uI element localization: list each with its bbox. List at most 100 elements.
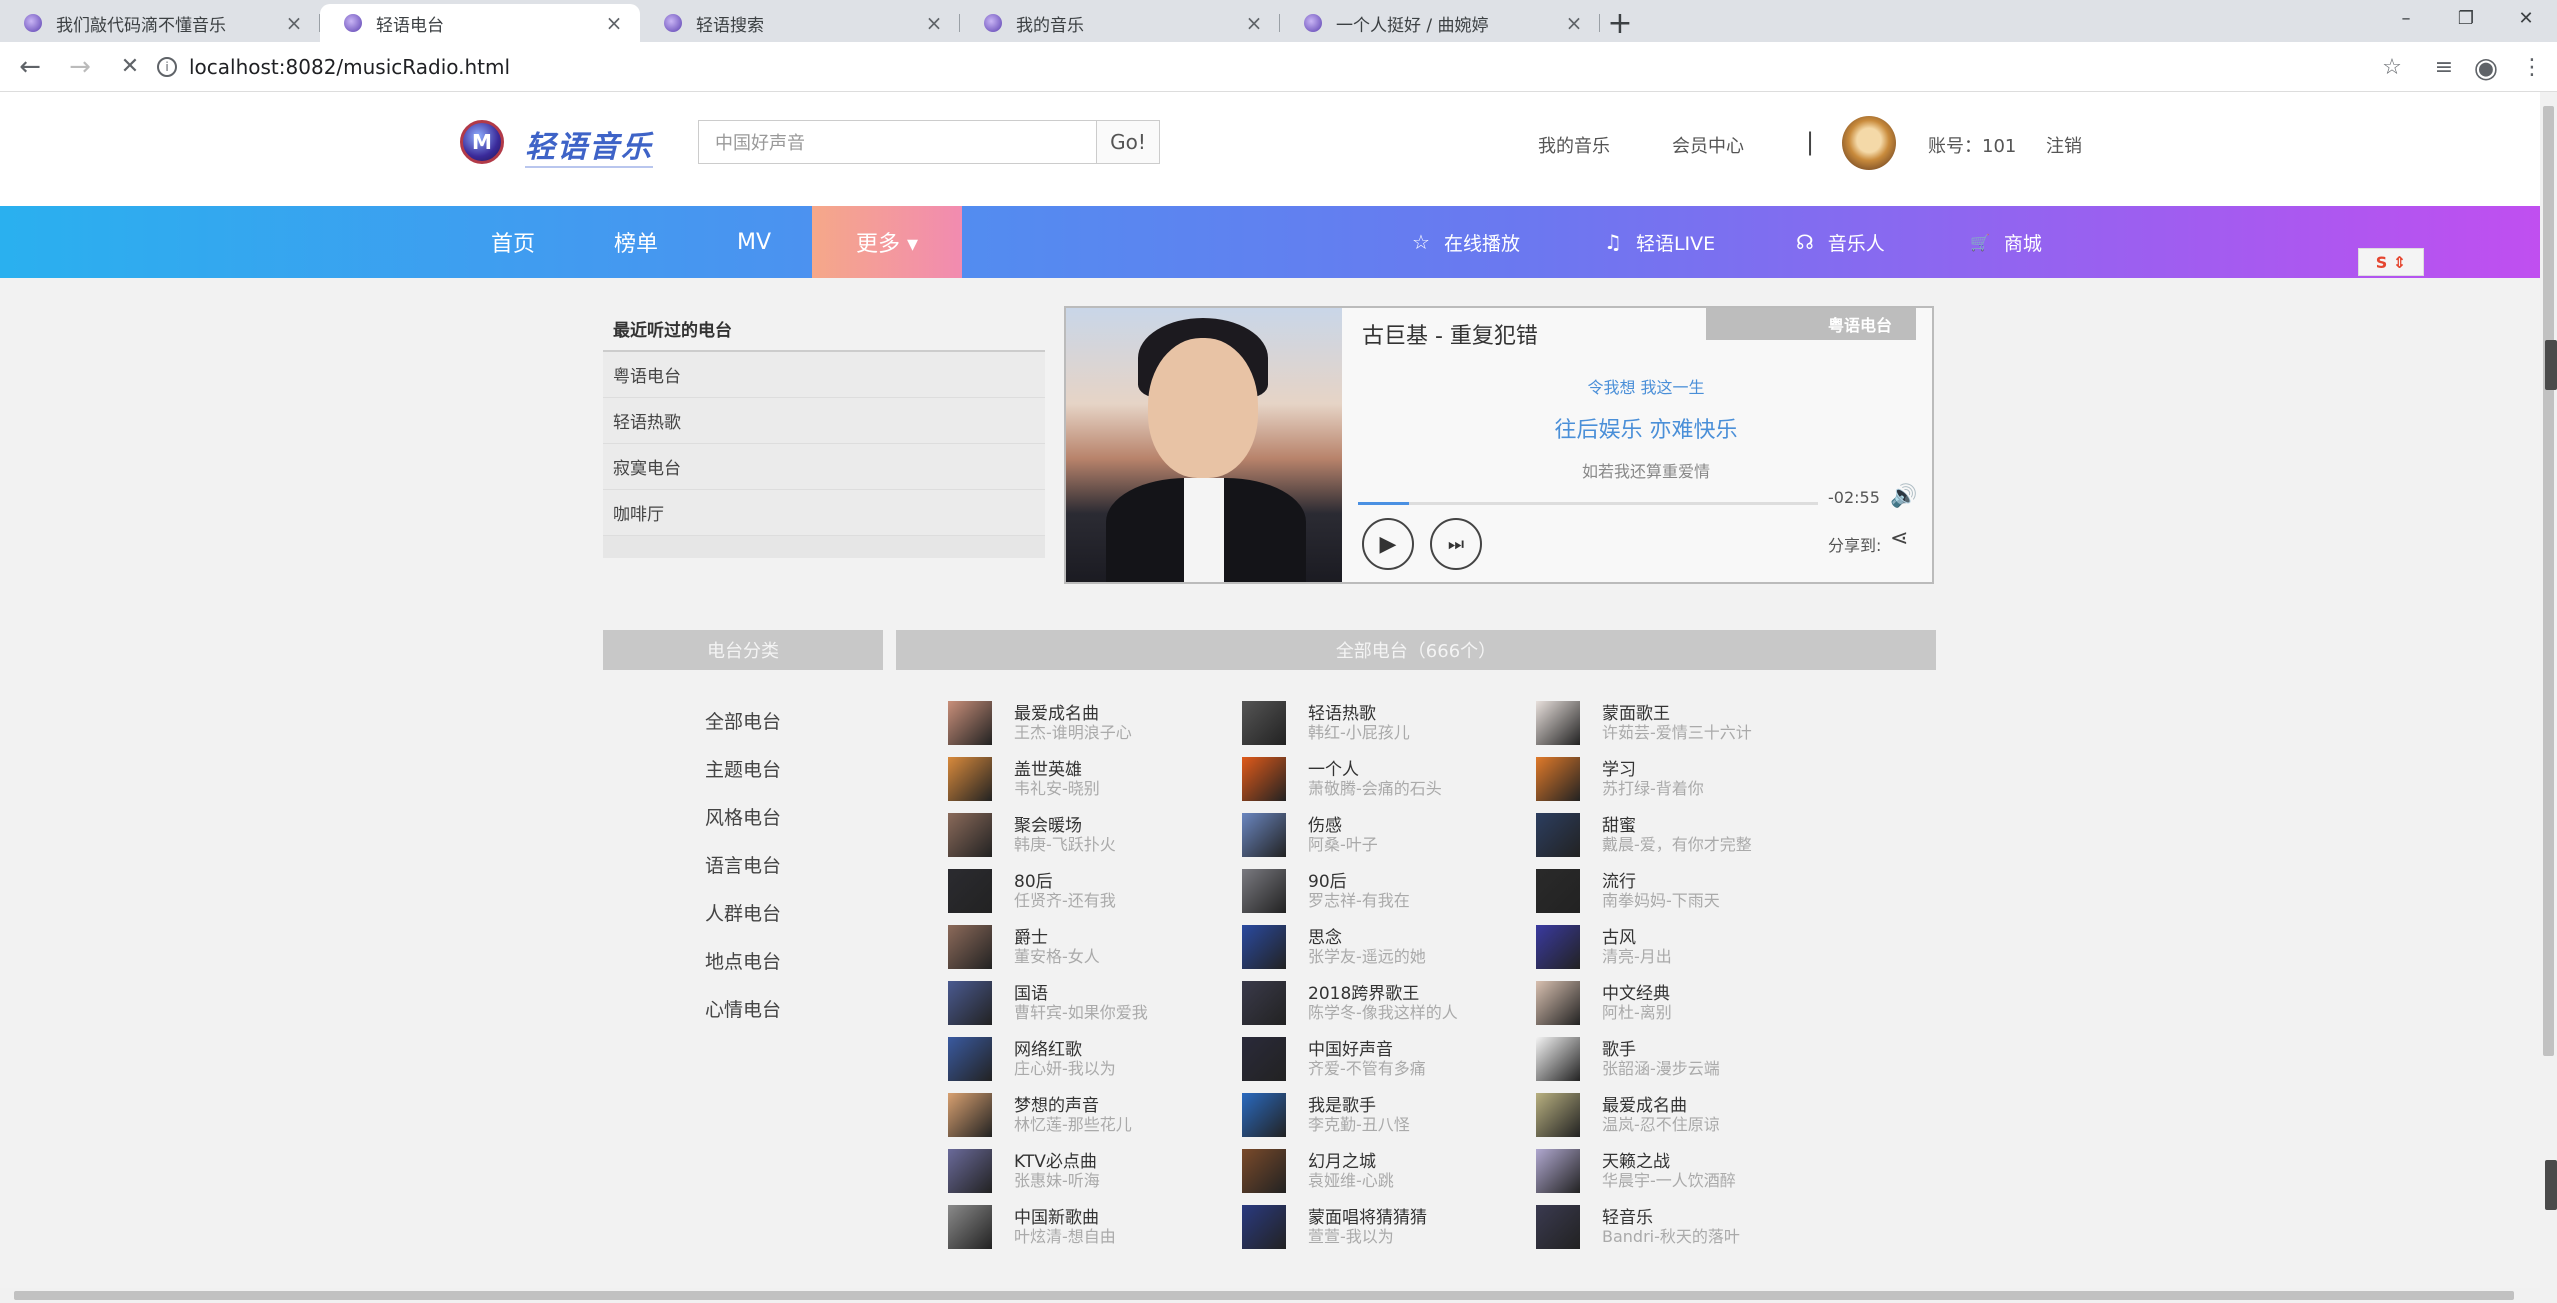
recent-station-item[interactable]: 轻语热歌	[603, 398, 1045, 444]
station-name[interactable]: 学习	[1602, 760, 1704, 780]
station-thumbnail[interactable]	[1536, 757, 1580, 801]
station-name[interactable]: 思念	[1308, 928, 1426, 948]
nav-mv[interactable]: MV	[737, 206, 771, 278]
tab-close-icon[interactable]: ×	[282, 11, 306, 35]
station-item[interactable]: 轻音乐 Bandri-秋天的落叶	[1536, 1199, 1830, 1255]
station-item[interactable]: 最爱成名曲 王杰-谁明浪子心	[948, 695, 1242, 751]
station-item[interactable]: 歌手 张韶涵-漫步云端	[1536, 1031, 1830, 1087]
station-item[interactable]: 我是歌手 李克勤-丑八怪	[1242, 1087, 1536, 1143]
browser-tab[interactable]: 我们敲代码滴不懂音乐 ×	[0, 4, 320, 42]
station-thumbnail[interactable]	[948, 981, 992, 1025]
site-info-icon[interactable]: i	[157, 57, 177, 77]
tab-close-icon[interactable]: ×	[922, 11, 946, 35]
station-name[interactable]: 甜蜜	[1602, 816, 1752, 836]
browser-tab[interactable]: 我的音乐 ×	[960, 4, 1280, 42]
station-thumbnail[interactable]	[948, 925, 992, 969]
progress-bar[interactable]	[1358, 502, 1818, 505]
browser-menu-icon[interactable]: ⋮	[2514, 50, 2550, 84]
station-thumbnail[interactable]	[1242, 981, 1286, 1025]
station-item[interactable]: 聚会暖场 韩庚-飞跃扑火	[948, 807, 1242, 863]
profile-icon[interactable]: ◉	[2468, 50, 2504, 84]
station-thumbnail[interactable]	[1242, 925, 1286, 969]
station-item[interactable]: 学习 苏打绿-背着你	[1536, 751, 1830, 807]
nav-musicians[interactable]: ☊ 音乐人	[1796, 206, 1885, 278]
station-name[interactable]: 蒙面歌王	[1602, 704, 1752, 724]
station-thumbnail[interactable]	[1242, 869, 1286, 913]
station-item[interactable]: 古风 清亮-月出	[1536, 919, 1830, 975]
station-thumbnail[interactable]	[1536, 925, 1580, 969]
nav-home[interactable]: 首页	[491, 206, 535, 278]
station-name[interactable]: 聚会暖场	[1014, 816, 1116, 836]
station-thumbnail[interactable]	[1242, 1037, 1286, 1081]
nav-more-dropdown[interactable]: 更多 ▾	[812, 206, 962, 278]
station-item[interactable]: 伤感 阿桑-叶子	[1242, 807, 1536, 863]
station-name[interactable]: 流行	[1602, 872, 1720, 892]
minimize-icon[interactable]: –	[2376, 0, 2436, 36]
station-thumbnail[interactable]	[1242, 757, 1286, 801]
station-name[interactable]: 国语	[1014, 984, 1148, 1004]
tab-close-icon[interactable]: ×	[1562, 11, 1586, 35]
search-go-button[interactable]: Go!	[1096, 120, 1160, 164]
nav-live[interactable]: ♫ 轻语LIVE	[1604, 206, 1715, 278]
station-thumbnail[interactable]	[948, 701, 992, 745]
vertical-scroll-thumb[interactable]	[2543, 106, 2554, 1056]
play-button[interactable]: ▶	[1362, 518, 1414, 570]
station-name[interactable]: 2018跨界歌王	[1308, 984, 1458, 1004]
my-music-link[interactable]: 我的音乐	[1538, 132, 1610, 158]
station-name[interactable]: 爵士	[1014, 928, 1100, 948]
address-bar[interactable]: i localhost:8082/musicRadio.html	[145, 50, 2365, 84]
station-item[interactable]: 中国好声音 齐爱-不管有多痛	[1242, 1031, 1536, 1087]
station-name[interactable]: 中国好声音	[1308, 1040, 1426, 1060]
station-item[interactable]: 轻语热歌 韩红-小屁孩儿	[1242, 695, 1536, 751]
horizontal-scroll-thumb[interactable]	[14, 1291, 2514, 1300]
browser-tab[interactable]: 轻语电台 ×	[320, 4, 640, 42]
share-icon[interactable]: ⋖	[1890, 526, 1908, 551]
station-item[interactable]: 蒙面唱将猜猜猜 萱萱-我以为	[1242, 1199, 1536, 1255]
station-item[interactable]: 2018跨界歌王 陈学冬-像我这样的人	[1242, 975, 1536, 1031]
station-thumbnail[interactable]	[1242, 701, 1286, 745]
media-queue-icon[interactable]: ≡	[2426, 50, 2462, 84]
logout-link[interactable]: 注销	[2046, 132, 2082, 158]
station-thumbnail[interactable]	[1536, 869, 1580, 913]
station-item[interactable]: 中文经典 阿杜-离别	[1536, 975, 1830, 1031]
station-thumbnail[interactable]	[1242, 813, 1286, 857]
station-thumbnail[interactable]	[948, 1093, 992, 1137]
browser-tab[interactable]: 一个人挺好 / 曲婉婷 ×	[1280, 4, 1600, 42]
station-thumbnail[interactable]	[1536, 1093, 1580, 1137]
station-item[interactable]: 90后 罗志祥-有我在	[1242, 863, 1536, 919]
station-item[interactable]: 甜蜜 戴晨-爱，有你才完整	[1536, 807, 1830, 863]
search-input[interactable]: 中国好声音	[698, 120, 1098, 164]
station-name[interactable]: 梦想的声音	[1014, 1096, 1132, 1116]
station-item[interactable]: 一个人 萧敬腾-会痛的石头	[1242, 751, 1536, 807]
browser-tab[interactable]: 轻语搜索 ×	[640, 4, 960, 42]
station-thumbnail[interactable]	[1536, 1037, 1580, 1081]
nav-online-play[interactable]: ☆ 在线播放	[1412, 206, 1520, 278]
category-item[interactable]: 风格电台	[603, 792, 883, 840]
restore-icon[interactable]: ❐	[2436, 0, 2496, 36]
station-thumbnail[interactable]	[1536, 701, 1580, 745]
station-name[interactable]: 80后	[1014, 872, 1116, 892]
recent-station-item[interactable]: 粤语电台	[603, 352, 1045, 398]
tab-close-icon[interactable]: ×	[602, 11, 626, 35]
station-thumbnail[interactable]	[948, 1205, 992, 1249]
nav-charts[interactable]: 榜单	[614, 206, 658, 278]
logo-icon[interactable]: M	[460, 120, 504, 164]
station-item[interactable]: 中国新歌曲 叶炫清-想自由	[948, 1199, 1242, 1255]
nav-store[interactable]: 🛒 商城	[1970, 206, 2042, 278]
station-thumbnail[interactable]	[948, 813, 992, 857]
station-name[interactable]: 我是歌手	[1308, 1096, 1410, 1116]
category-item[interactable]: 语言电台	[603, 840, 883, 888]
category-item[interactable]: 地点电台	[603, 936, 883, 984]
station-item[interactable]: 天籁之战 华晨宇-一人饮酒醉	[1536, 1143, 1830, 1199]
station-item[interactable]: 80后 任贤齐-还有我	[948, 863, 1242, 919]
station-item[interactable]: 梦想的声音 林忆莲-那些花儿	[948, 1087, 1242, 1143]
horizontal-scrollbar[interactable]	[0, 1288, 2540, 1303]
logo-text[interactable]: 轻语音乐	[525, 122, 653, 168]
back-icon[interactable]: ←	[10, 47, 50, 87]
station-item[interactable]: KTV必点曲 张惠妹-听海	[948, 1143, 1242, 1199]
ime-toolbar[interactable]: S ⇕	[2358, 248, 2424, 276]
forward-icon[interactable]: →	[60, 47, 100, 87]
station-name[interactable]: 天籁之战	[1602, 1152, 1736, 1172]
vertical-scrollbar[interactable]	[2540, 92, 2557, 1303]
station-thumbnail[interactable]	[948, 869, 992, 913]
